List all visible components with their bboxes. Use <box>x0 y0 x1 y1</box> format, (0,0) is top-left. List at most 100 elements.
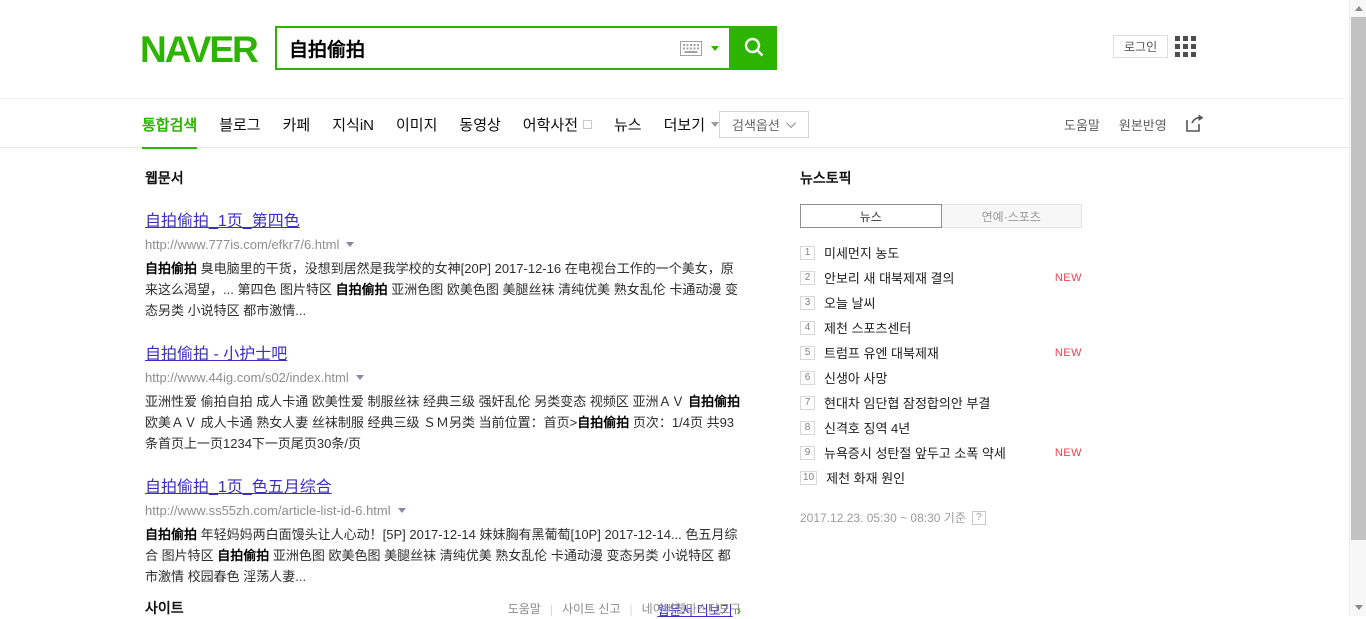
result-description: 亚洲性爱 偷拍自拍 成人卡通 欧美性爱 制服丝袜 经典三级 强奸乱伦 另类变态 … <box>145 391 741 454</box>
news-topic-footer: 2017.12.23. 05:30 ~ 08:30 기준 ? <box>800 509 1082 526</box>
result-url-row: http://www.777is.com/efkr7/6.html <box>145 237 741 252</box>
webmaster-tools-link[interactable]: 네이버웹마스터도구 <box>642 600 741 617</box>
keyword-bold: 自拍偷拍 <box>688 394 740 409</box>
result-title-link[interactable]: 自拍偷拍 - 小护士吧 <box>145 346 287 363</box>
rank-badge: 8 <box>800 421 815 435</box>
news-topic-link[interactable]: 안보리 새 대북제재 결의 <box>824 268 954 287</box>
result-title-link[interactable]: 自拍偷拍_1页_第四色 <box>145 213 300 230</box>
popup-window-icon <box>583 120 592 129</box>
apps-grid-icon[interactable] <box>1175 36 1196 62</box>
result-url: http://www.44ig.com/s02/index.html <box>145 370 349 385</box>
url-options-caret[interactable] <box>398 508 406 513</box>
search-input-wrap <box>275 26 731 70</box>
news-topic-item[interactable]: 8 신격호 징역 4년 <box>800 415 1082 440</box>
share-icon[interactable] <box>1186 114 1205 135</box>
news-topic-link[interactable]: 뉴욕증시 성탄절 앞두고 소폭 약세 <box>824 443 1006 462</box>
question-mark-icon[interactable]: ? <box>972 511 986 525</box>
sites-section-title: 사이트 <box>145 598 184 618</box>
scroll-down-button[interactable] <box>1350 599 1366 616</box>
news-topic-panel: 뉴스토픽 뉴스 연예·스포츠 1미세먼지 농도 2안보리 새 대북제재 결의NE… <box>800 168 1082 526</box>
sites-section: 사이트 도움말 | 사이트 신고 | 네이버웹마스터도구 <box>145 598 741 618</box>
tab-label: 뉴스 <box>614 114 642 135</box>
desc-text: 欧美ＡＶ 成人卡通 熟女人妻 丝袜制服 经典三级 ＳＭ另类 当前位置：首页> <box>145 415 577 430</box>
header: NAVER 로그인 <box>0 0 1349 99</box>
news-topic-item[interactable]: 2안보리 새 대북제재 결의NEW <box>800 265 1082 290</box>
news-topic-timestamp: 2017.12.23. 05:30 ~ 08:30 기준 <box>800 509 966 526</box>
news-topic-item[interactable]: 6 신생아 사망 <box>800 365 1082 390</box>
search-options-label: 검색옵션 <box>732 115 780 134</box>
new-badge: NEW <box>1055 347 1082 359</box>
tab-label: 통합검색 <box>142 114 197 135</box>
news-topic-link[interactable]: 제천 화재 원인 <box>826 468 905 487</box>
scroll-up-button[interactable] <box>1350 0 1366 17</box>
result-url-row: http://www.44ig.com/s02/index.html <box>145 370 741 385</box>
search-result: 自拍偷拍 - 小护士吧 http://www.44ig.com/s02/inde… <box>145 340 741 454</box>
news-topic-link[interactable]: 트럼프 유엔 대북제재 <box>824 343 939 362</box>
news-topic-item[interactable]: 3 오늘 날씨 <box>800 290 1082 315</box>
news-topic-item[interactable]: 5트럼프 유엔 대북제재NEW <box>800 340 1082 365</box>
news-topic-link[interactable]: 신격호 징역 4년 <box>824 418 910 437</box>
new-badge: NEW <box>1055 272 1082 284</box>
new-badge: NEW <box>1055 447 1082 459</box>
tab-video[interactable]: 동영상 <box>459 100 500 148</box>
tab-unified-search[interactable]: 통합검색 <box>142 100 197 148</box>
news-topic-link[interactable]: 신생아 사망 <box>824 368 887 387</box>
news-topic-item[interactable]: 7현대차 임단협 잠정합의안 부결 <box>800 390 1082 415</box>
sites-footer-links: 도움말 | 사이트 신고 | 네이버웹마스터도구 <box>508 598 741 617</box>
rank-badge: 9 <box>800 446 815 460</box>
rank-badge: 6 <box>800 371 815 385</box>
naver-logo[interactable]: NAVER <box>140 29 257 71</box>
search-options-button[interactable]: 검색옵션 <box>719 111 809 138</box>
tab-label: 블로그 <box>219 114 260 135</box>
news-topic-item[interactable]: 4제천 스포츠센터 <box>800 315 1082 340</box>
result-title-link[interactable]: 自拍偷拍_1页_色五月综合 <box>145 479 332 496</box>
search-input[interactable] <box>289 37 680 59</box>
result-url-row: http://www.ss55zh.com/article-list-id-6.… <box>145 503 741 518</box>
tab-news-topic[interactable]: 뉴스 <box>800 204 942 228</box>
news-topic-link[interactable]: 미세먼지 농도 <box>824 243 899 262</box>
vertical-scrollbar[interactable] <box>1349 0 1366 616</box>
keyboard-dropdown-caret[interactable] <box>711 46 719 51</box>
keyword-bold: 自拍偷拍 <box>336 282 388 297</box>
nav-right-links: 도움말 원본반영 <box>1064 100 1205 148</box>
divider: | <box>550 602 553 616</box>
tab-news[interactable]: 뉴스 <box>614 100 642 148</box>
tab-entertainment-sports[interactable]: 연예·스포츠 <box>942 204 1083 228</box>
tab-label: 지식iN <box>332 114 374 135</box>
news-topic-item[interactable]: 1미세먼지 농도 <box>800 240 1082 265</box>
keyword-bold: 自拍偷拍 <box>145 527 197 542</box>
site-report-link[interactable]: 사이트 신고 <box>562 600 621 617</box>
login-button[interactable]: 로그인 <box>1113 35 1168 58</box>
keyword-bold: 自拍偷拍 <box>145 261 197 276</box>
tab-cafe[interactable]: 카페 <box>283 100 311 148</box>
search-tab-bar: 통합검색 블로그 카페 지식iN 이미지 동영상 어학사전 뉴스 더보기 검색옵… <box>0 100 1349 148</box>
scrollbar-thumb[interactable] <box>1351 17 1366 540</box>
tab-blog[interactable]: 블로그 <box>219 100 260 148</box>
triangle-down-icon <box>1355 605 1363 610</box>
tab-dictionary[interactable]: 어학사전 <box>523 100 592 148</box>
search-result: 自拍偷拍_1页_第四色 http://www.777is.com/efkr7/6… <box>145 207 741 321</box>
news-topic-link[interactable]: 현대차 임단협 잠정합의안 부결 <box>824 393 990 412</box>
rank-badge: 3 <box>800 296 815 310</box>
tab-kin[interactable]: 지식iN <box>332 100 374 148</box>
tabs: 통합검색 블로그 카페 지식iN 이미지 동영상 어학사전 뉴스 더보기 <box>142 100 741 148</box>
news-topic-link[interactable]: 제천 스포츠센터 <box>824 318 911 337</box>
search-button[interactable] <box>731 26 777 70</box>
news-topic-item[interactable]: 10제천 화재 원인 <box>800 465 1082 490</box>
chevron-down-icon <box>786 118 796 128</box>
news-topic-item[interactable]: 9 뉴욕증시 성탄절 앞두고 소폭 약세 NEW <box>800 440 1082 465</box>
original-reflect-link[interactable]: 원본반영 <box>1119 115 1167 134</box>
url-options-caret[interactable] <box>356 375 364 380</box>
tab-label: 카페 <box>283 114 311 135</box>
sites-help-link[interactable]: 도움말 <box>508 600 541 617</box>
chevron-down-icon <box>711 122 719 127</box>
url-options-caret[interactable] <box>346 242 354 247</box>
tab-label: 이미지 <box>396 114 437 135</box>
keyboard-icon[interactable] <box>680 41 702 56</box>
tab-more[interactable]: 더보기 <box>664 100 719 148</box>
news-topic-link[interactable]: 오늘 날씨 <box>824 293 875 312</box>
tab-image[interactable]: 이미지 <box>396 100 437 148</box>
search-box <box>275 26 777 70</box>
webdocs-section: 웹문서 自拍偷拍_1页_第四色 http://www.777is.com/efk… <box>145 168 741 619</box>
help-link[interactable]: 도움말 <box>1064 115 1100 134</box>
